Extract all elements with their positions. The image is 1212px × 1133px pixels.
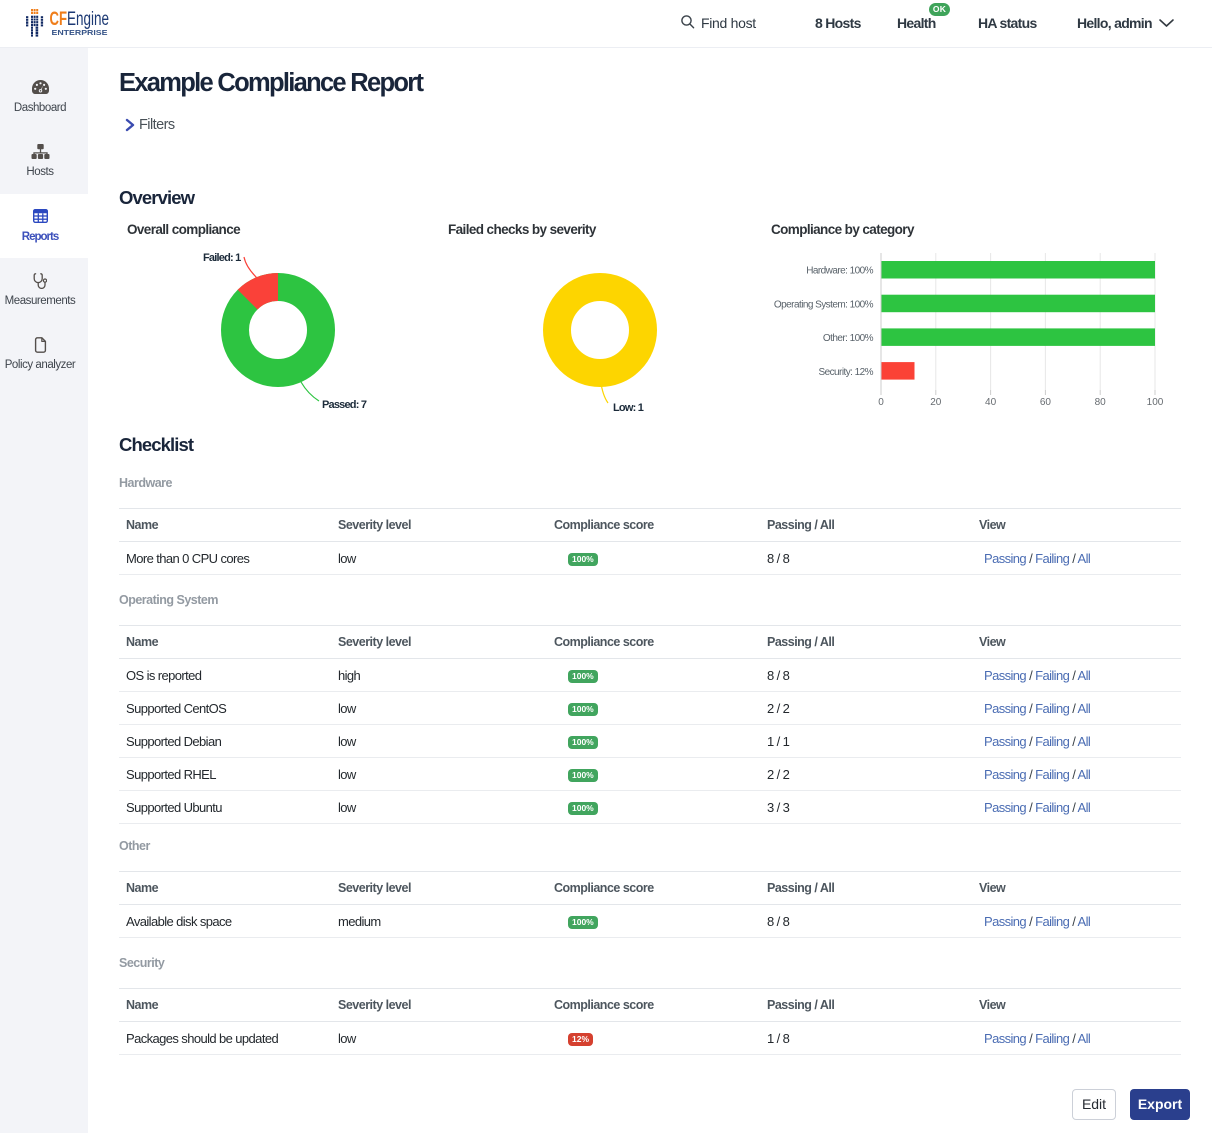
svg-text:Failed: 1: Failed: 1 <box>203 252 241 264</box>
svg-text:0: 0 <box>878 397 884 408</box>
svg-text:Operating System: 100%: Operating System: 100% <box>774 299 874 310</box>
svg-text:60: 60 <box>1040 397 1052 408</box>
svg-text:Passed: 7: Passed: 7 <box>322 399 367 411</box>
svg-text:ENTERPRISE: ENTERPRISE <box>52 28 108 37</box>
svg-text:80: 80 <box>1095 397 1107 408</box>
svg-text:40: 40 <box>985 397 997 408</box>
svg-text:Other: 100%: Other: 100% <box>823 333 874 344</box>
svg-text:Engine: Engine <box>67 9 109 30</box>
svg-text:Low: 1: Low: 1 <box>613 402 644 414</box>
svg-text:20: 20 <box>930 397 942 408</box>
svg-text:100: 100 <box>1147 397 1164 408</box>
svg-text:Security: 12%: Security: 12% <box>818 367 873 378</box>
svg-text:CF: CF <box>50 9 68 30</box>
svg-text:Hardware: 100%: Hardware: 100% <box>806 266 873 277</box>
